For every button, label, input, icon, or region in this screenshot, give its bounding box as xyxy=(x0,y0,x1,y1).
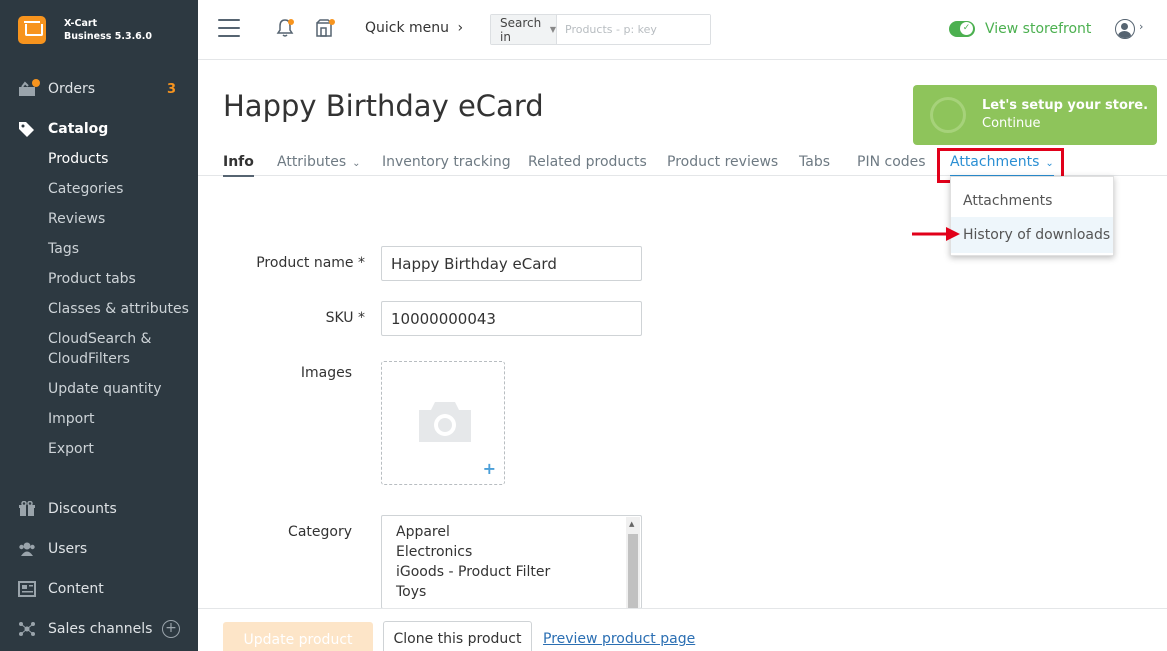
sidebar-subitem-reviews[interactable]: Reviews xyxy=(48,211,105,227)
sidebar-item-label: Discounts xyxy=(48,501,117,517)
sidebar-item-users[interactable]: Users xyxy=(0,534,198,564)
sidebar-item-content[interactable]: Content xyxy=(0,574,198,604)
tab-related-products[interactable]: Related products xyxy=(528,154,647,170)
gift-icon xyxy=(19,501,35,516)
sidebar-subitem-cloudsearch[interactable]: CloudSearch & xyxy=(48,331,151,347)
sidebar-subitem-update-quantity[interactable]: Update quantity xyxy=(48,381,162,397)
sidebar: X-Cart Business 5.3.6.0 Orders 3 Catalog… xyxy=(0,0,198,651)
add-sales-channel-icon[interactable]: + xyxy=(162,620,180,638)
sidebar-subitem-export[interactable]: Export xyxy=(48,441,94,457)
orders-count-badge: 3 xyxy=(166,81,176,97)
hamburger-menu-icon[interactable] xyxy=(218,19,240,37)
tab-attributes[interactable]: Attributes ⌄ xyxy=(277,154,361,170)
sidebar-item-label: Content xyxy=(48,581,104,597)
bell-icon[interactable] xyxy=(276,18,294,38)
topbar: Quick menu › Search in ▼ View storefront… xyxy=(198,0,1167,60)
preview-product-page-link[interactable]: Preview product page xyxy=(543,631,695,647)
sku-label: SKU * xyxy=(325,310,365,326)
setup-store-banner[interactable]: Let's setup your store. Continue xyxy=(913,85,1157,145)
setup-progress-icon xyxy=(930,97,966,133)
view-storefront-link[interactable]: View storefront xyxy=(985,21,1091,37)
tags-icon xyxy=(19,122,34,137)
update-product-button[interactable]: Update product xyxy=(223,622,373,651)
tab-tabs[interactable]: Tabs xyxy=(799,154,830,170)
add-image-icon[interactable]: + xyxy=(483,459,496,478)
setup-banner-title: Let's setup your store. xyxy=(982,98,1149,113)
scrollbar-thumb[interactable] xyxy=(628,534,638,608)
sales-channels-icon xyxy=(19,622,35,636)
sidebar-item-discounts[interactable]: Discounts xyxy=(0,494,198,524)
sidebar-subitem-tags[interactable]: Tags xyxy=(48,241,79,257)
chevron-right-icon[interactable]: › xyxy=(1139,20,1143,33)
sidebar-item-label: Catalog xyxy=(48,121,109,137)
tab-pin-codes[interactable]: PIN codes xyxy=(857,154,926,170)
red-arrow-pointer-icon xyxy=(912,227,960,241)
clone-product-button[interactable]: Clone this product xyxy=(383,621,532,651)
caret-down-icon: ▼ xyxy=(549,25,556,34)
tab-info[interactable]: Info xyxy=(223,154,254,177)
category-scrollbar[interactable]: ▲ xyxy=(626,517,640,608)
camera-icon xyxy=(419,402,471,442)
menu-item-attachments[interactable]: Attachments xyxy=(951,183,1113,219)
sku-input[interactable] xyxy=(381,301,642,336)
quick-menu-label: Quick menu xyxy=(365,20,450,36)
brand-version: Business 5.3.6.0 xyxy=(64,31,153,42)
search-input[interactable] xyxy=(557,15,710,44)
setup-continue-link[interactable]: Continue xyxy=(982,116,1040,131)
xcart-logo-icon[interactable] xyxy=(18,16,46,44)
storefront-toggle[interactable] xyxy=(949,21,975,37)
sticky-footer: Update product Clone this product Previe… xyxy=(198,608,1167,651)
brand[interactable]: X-Cart Business 5.3.6.0 xyxy=(0,0,198,60)
product-name-label: Product name * xyxy=(256,255,365,271)
menu-item-history-of-downloads[interactable]: History of downloads xyxy=(951,217,1113,253)
chevron-right-icon: › xyxy=(457,20,464,36)
category-label: Category xyxy=(288,524,352,540)
user-account-icon[interactable] xyxy=(1115,19,1135,39)
sidebar-item-label: Users xyxy=(48,541,88,557)
quick-menu-button[interactable]: Quick menu › xyxy=(365,20,463,36)
tab-product-reviews[interactable]: Product reviews xyxy=(667,154,778,170)
sidebar-item-label: Orders xyxy=(48,81,96,97)
content-icon xyxy=(18,581,36,597)
category-multiselect[interactable]: Apparel Electronics iGoods - Product Fil… xyxy=(381,515,642,609)
sidebar-subitem-import[interactable]: Import xyxy=(48,411,94,427)
brand-name: X-Cart xyxy=(64,18,98,29)
store-icon[interactable] xyxy=(315,18,335,38)
chevron-down-icon: ⌄ xyxy=(352,158,361,169)
search-scope-select[interactable]: Search in ▼ xyxy=(491,15,557,44)
category-option[interactable]: Electronics xyxy=(396,544,472,560)
category-option[interactable]: Apparel xyxy=(396,524,450,540)
orders-notification-dot xyxy=(32,79,40,87)
sidebar-item-sales-channels[interactable]: Sales channels + xyxy=(0,614,198,644)
images-label: Images xyxy=(300,365,352,381)
tab-inventory-tracking[interactable]: Inventory tracking xyxy=(382,154,511,170)
sidebar-subitem-cloudfilters[interactable]: CloudFilters xyxy=(48,351,130,367)
search-bar: Search in ▼ xyxy=(490,14,711,45)
users-icon xyxy=(19,542,35,556)
sidebar-item-orders[interactable]: Orders 3 xyxy=(0,74,198,104)
sidebar-subitem-classes-attributes[interactable]: Classes & attributes xyxy=(48,301,189,317)
sidebar-subitem-products[interactable]: Products xyxy=(48,151,108,167)
category-option[interactable]: Toys xyxy=(396,584,426,600)
scroll-up-icon[interactable]: ▲ xyxy=(629,520,634,528)
sidebar-subitem-product-tabs[interactable]: Product tabs xyxy=(48,271,136,287)
tab-label: Attributes xyxy=(277,154,347,170)
image-upload-dropzone[interactable]: + xyxy=(381,361,505,485)
category-option[interactable]: iGoods - Product Filter xyxy=(396,564,550,580)
search-scope-label: Search in xyxy=(500,15,542,44)
sidebar-subitem-categories[interactable]: Categories xyxy=(48,181,123,197)
sidebar-item-catalog[interactable]: Catalog xyxy=(0,114,198,144)
sidebar-item-label: Sales channels xyxy=(48,621,153,637)
attachments-dropdown-menu: Attachments History of downloads xyxy=(950,176,1114,256)
product-name-input[interactable] xyxy=(381,246,642,281)
page-title: Happy Birthday eCard xyxy=(223,89,544,123)
